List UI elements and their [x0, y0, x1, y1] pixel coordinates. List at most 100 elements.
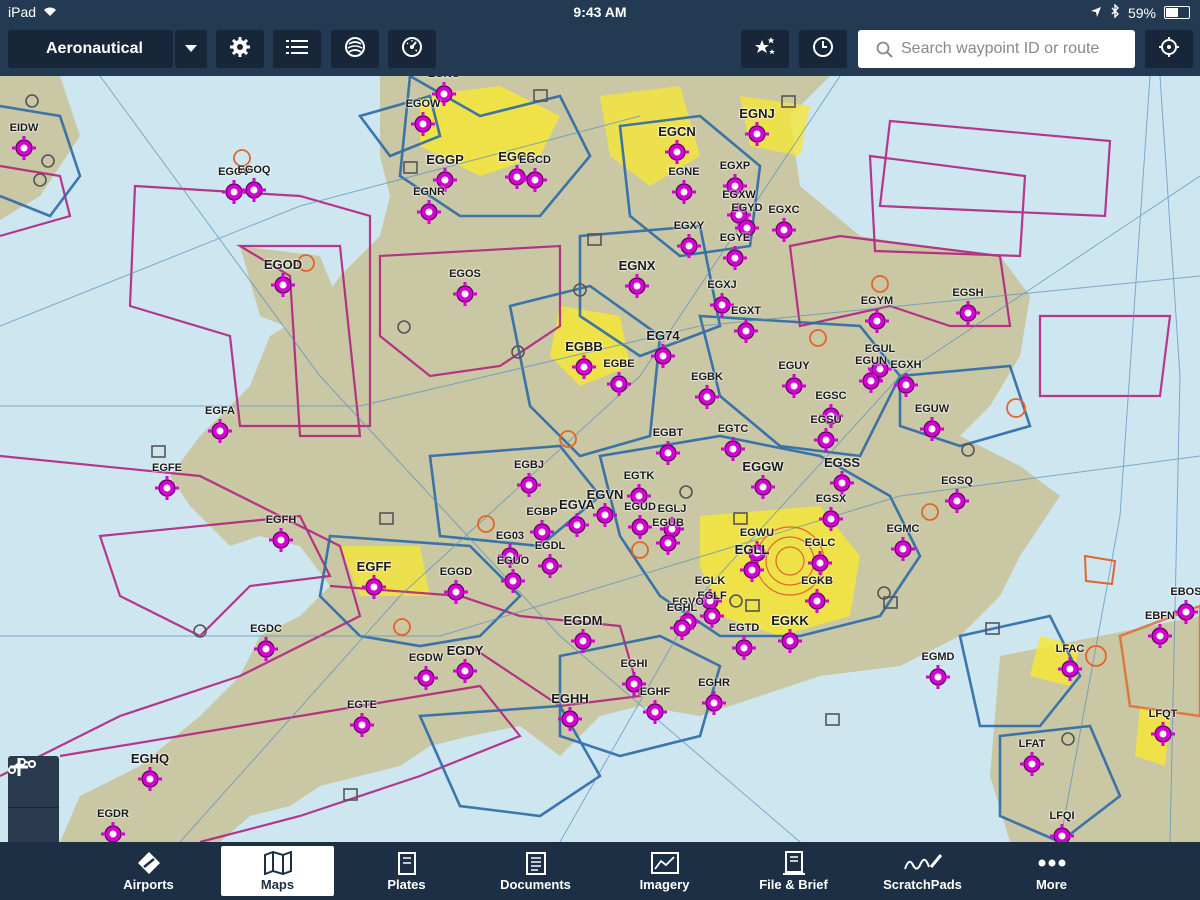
airport-marker-icon — [772, 218, 796, 242]
airport-label: EGFE — [152, 462, 182, 474]
tab-label: Maps — [260, 877, 295, 892]
airport-marker-icon — [453, 282, 477, 306]
layer-dropdown-button[interactable] — [175, 30, 207, 68]
airport-label: EGGW — [742, 459, 784, 474]
airport-marker-icon — [865, 309, 889, 333]
battery-icon — [1164, 6, 1190, 19]
zoom-in-button[interactable] — [8, 758, 59, 842]
locate-button[interactable] — [1145, 30, 1193, 68]
airport-label: EGDM — [563, 613, 603, 628]
top-toolbar: Aeronautical — [0, 24, 1200, 76]
airport-label: EGHR — [698, 677, 730, 689]
tab-label: Imagery — [639, 877, 690, 892]
maps-icon — [263, 849, 293, 877]
favorites-icon — [753, 36, 777, 63]
airport-marker-icon — [1058, 657, 1082, 681]
airport-marker-icon — [670, 616, 694, 640]
airport-label: EGFH — [265, 514, 297, 526]
airport-marker-icon — [607, 372, 631, 396]
tab-imagery[interactable]: Imagery — [608, 846, 721, 896]
airport-marker-icon — [740, 558, 764, 582]
tab-maps[interactable]: Maps — [221, 846, 334, 896]
instruments-button[interactable] — [388, 30, 436, 68]
airport-label: EGTK — [623, 470, 655, 482]
airport-label: EGHI — [620, 658, 648, 670]
clock: 9:43 AM — [573, 4, 627, 20]
airport-marker-icon — [677, 234, 701, 258]
map-controls — [8, 756, 59, 842]
airport-label: EGDL — [534, 540, 566, 552]
airport-marker-icon — [1050, 824, 1074, 842]
airport-label: LFAC — [1055, 643, 1085, 655]
airport-label: EGNR — [413, 186, 445, 198]
airport-label: EGLJ — [657, 503, 687, 515]
airport-marker-icon — [417, 200, 441, 224]
file-brief-icon — [781, 849, 807, 877]
status-bar: iPad 9:43 AM 59% — [0, 0, 1200, 24]
airport-label: EGBT — [652, 427, 684, 439]
airport-label: EGXC — [768, 204, 800, 216]
airport-marker-icon — [859, 369, 883, 393]
favorites-button[interactable] — [741, 30, 789, 68]
tab-file-brief[interactable]: File & Brief — [737, 846, 850, 896]
layers-icon — [286, 39, 308, 60]
airport-label: EGBP — [526, 506, 558, 518]
tab-scratchpads[interactable]: ScratchPads — [866, 846, 979, 896]
airport-label: EGNX — [618, 258, 656, 273]
layers-button[interactable] — [273, 30, 321, 68]
airport-marker-icon — [643, 700, 667, 724]
airport-label: EGKB — [801, 575, 833, 587]
airport-marker-icon — [1151, 722, 1175, 746]
tab-label: More — [1035, 877, 1068, 892]
aeronautical-map[interactable]: EIDWEGNOEGOWEGGPEGCCEGCDEGCNEGNJEGXPEGNE… — [0, 76, 1200, 842]
settings-button[interactable] — [216, 30, 264, 68]
airport-label: EGDR — [97, 808, 129, 820]
airport-marker-icon — [702, 691, 726, 715]
airport-marker-icon — [350, 713, 374, 737]
search-box[interactable] — [858, 30, 1135, 68]
airport-label: EGLL — [734, 542, 770, 557]
airport-marker-icon — [453, 659, 477, 683]
airport-marker-icon — [656, 531, 680, 555]
airport-marker-icon — [558, 707, 582, 731]
airport-label: EGXW — [722, 189, 756, 201]
bottom-tab-bar: Airports Maps Plates Documents Imagery F… — [0, 842, 1200, 900]
airport-marker-icon — [734, 319, 758, 343]
overlay-button[interactable] — [331, 30, 379, 68]
tab-airports[interactable]: Airports — [92, 846, 205, 896]
airport-label: EGTE — [347, 699, 377, 711]
search-input[interactable] — [899, 39, 1133, 59]
tab-more[interactable]: More — [995, 846, 1108, 896]
airport-label: EGSQ — [941, 475, 973, 487]
airport-label: EGUW — [914, 403, 950, 415]
airport-label: EGUO — [496, 555, 530, 567]
overlay-icon — [344, 36, 366, 63]
airport-label: EGUB — [652, 517, 684, 529]
airport-marker-icon — [808, 551, 832, 575]
airport-label: EGBB — [565, 339, 603, 354]
airport-label: LFAT — [1018, 738, 1046, 750]
tab-label: Documents — [500, 877, 571, 892]
tab-label: Plates — [387, 877, 426, 892]
airport-label: EGDC — [250, 623, 282, 635]
airport-label: EGLK — [694, 575, 726, 587]
imagery-icon — [650, 849, 680, 877]
recents-button[interactable] — [799, 30, 847, 68]
map-layer-selector[interactable]: Aeronautical — [8, 30, 173, 68]
tab-plates[interactable]: Plates — [350, 846, 463, 896]
tab-documents[interactable]: Documents — [479, 846, 592, 896]
airport-label: EGUY — [778, 360, 810, 372]
tab-label: ScratchPads — [883, 877, 962, 892]
tab-label: File & Brief — [759, 877, 828, 892]
airport-label: EGGP — [426, 152, 464, 167]
airport-label: EGBK — [691, 371, 723, 383]
airport-label: LFQT — [1148, 708, 1178, 720]
airport-label: EGSX — [815, 493, 847, 505]
tab-label: Airports — [123, 877, 174, 892]
airport-label: EBFN — [1145, 610, 1175, 622]
airport-marker-icon — [956, 301, 980, 325]
airport-label: EIDW — [9, 122, 39, 134]
airport-marker-icon — [501, 569, 525, 593]
airport-label: EGBJ — [514, 459, 544, 471]
airport-marker-icon — [101, 822, 125, 842]
